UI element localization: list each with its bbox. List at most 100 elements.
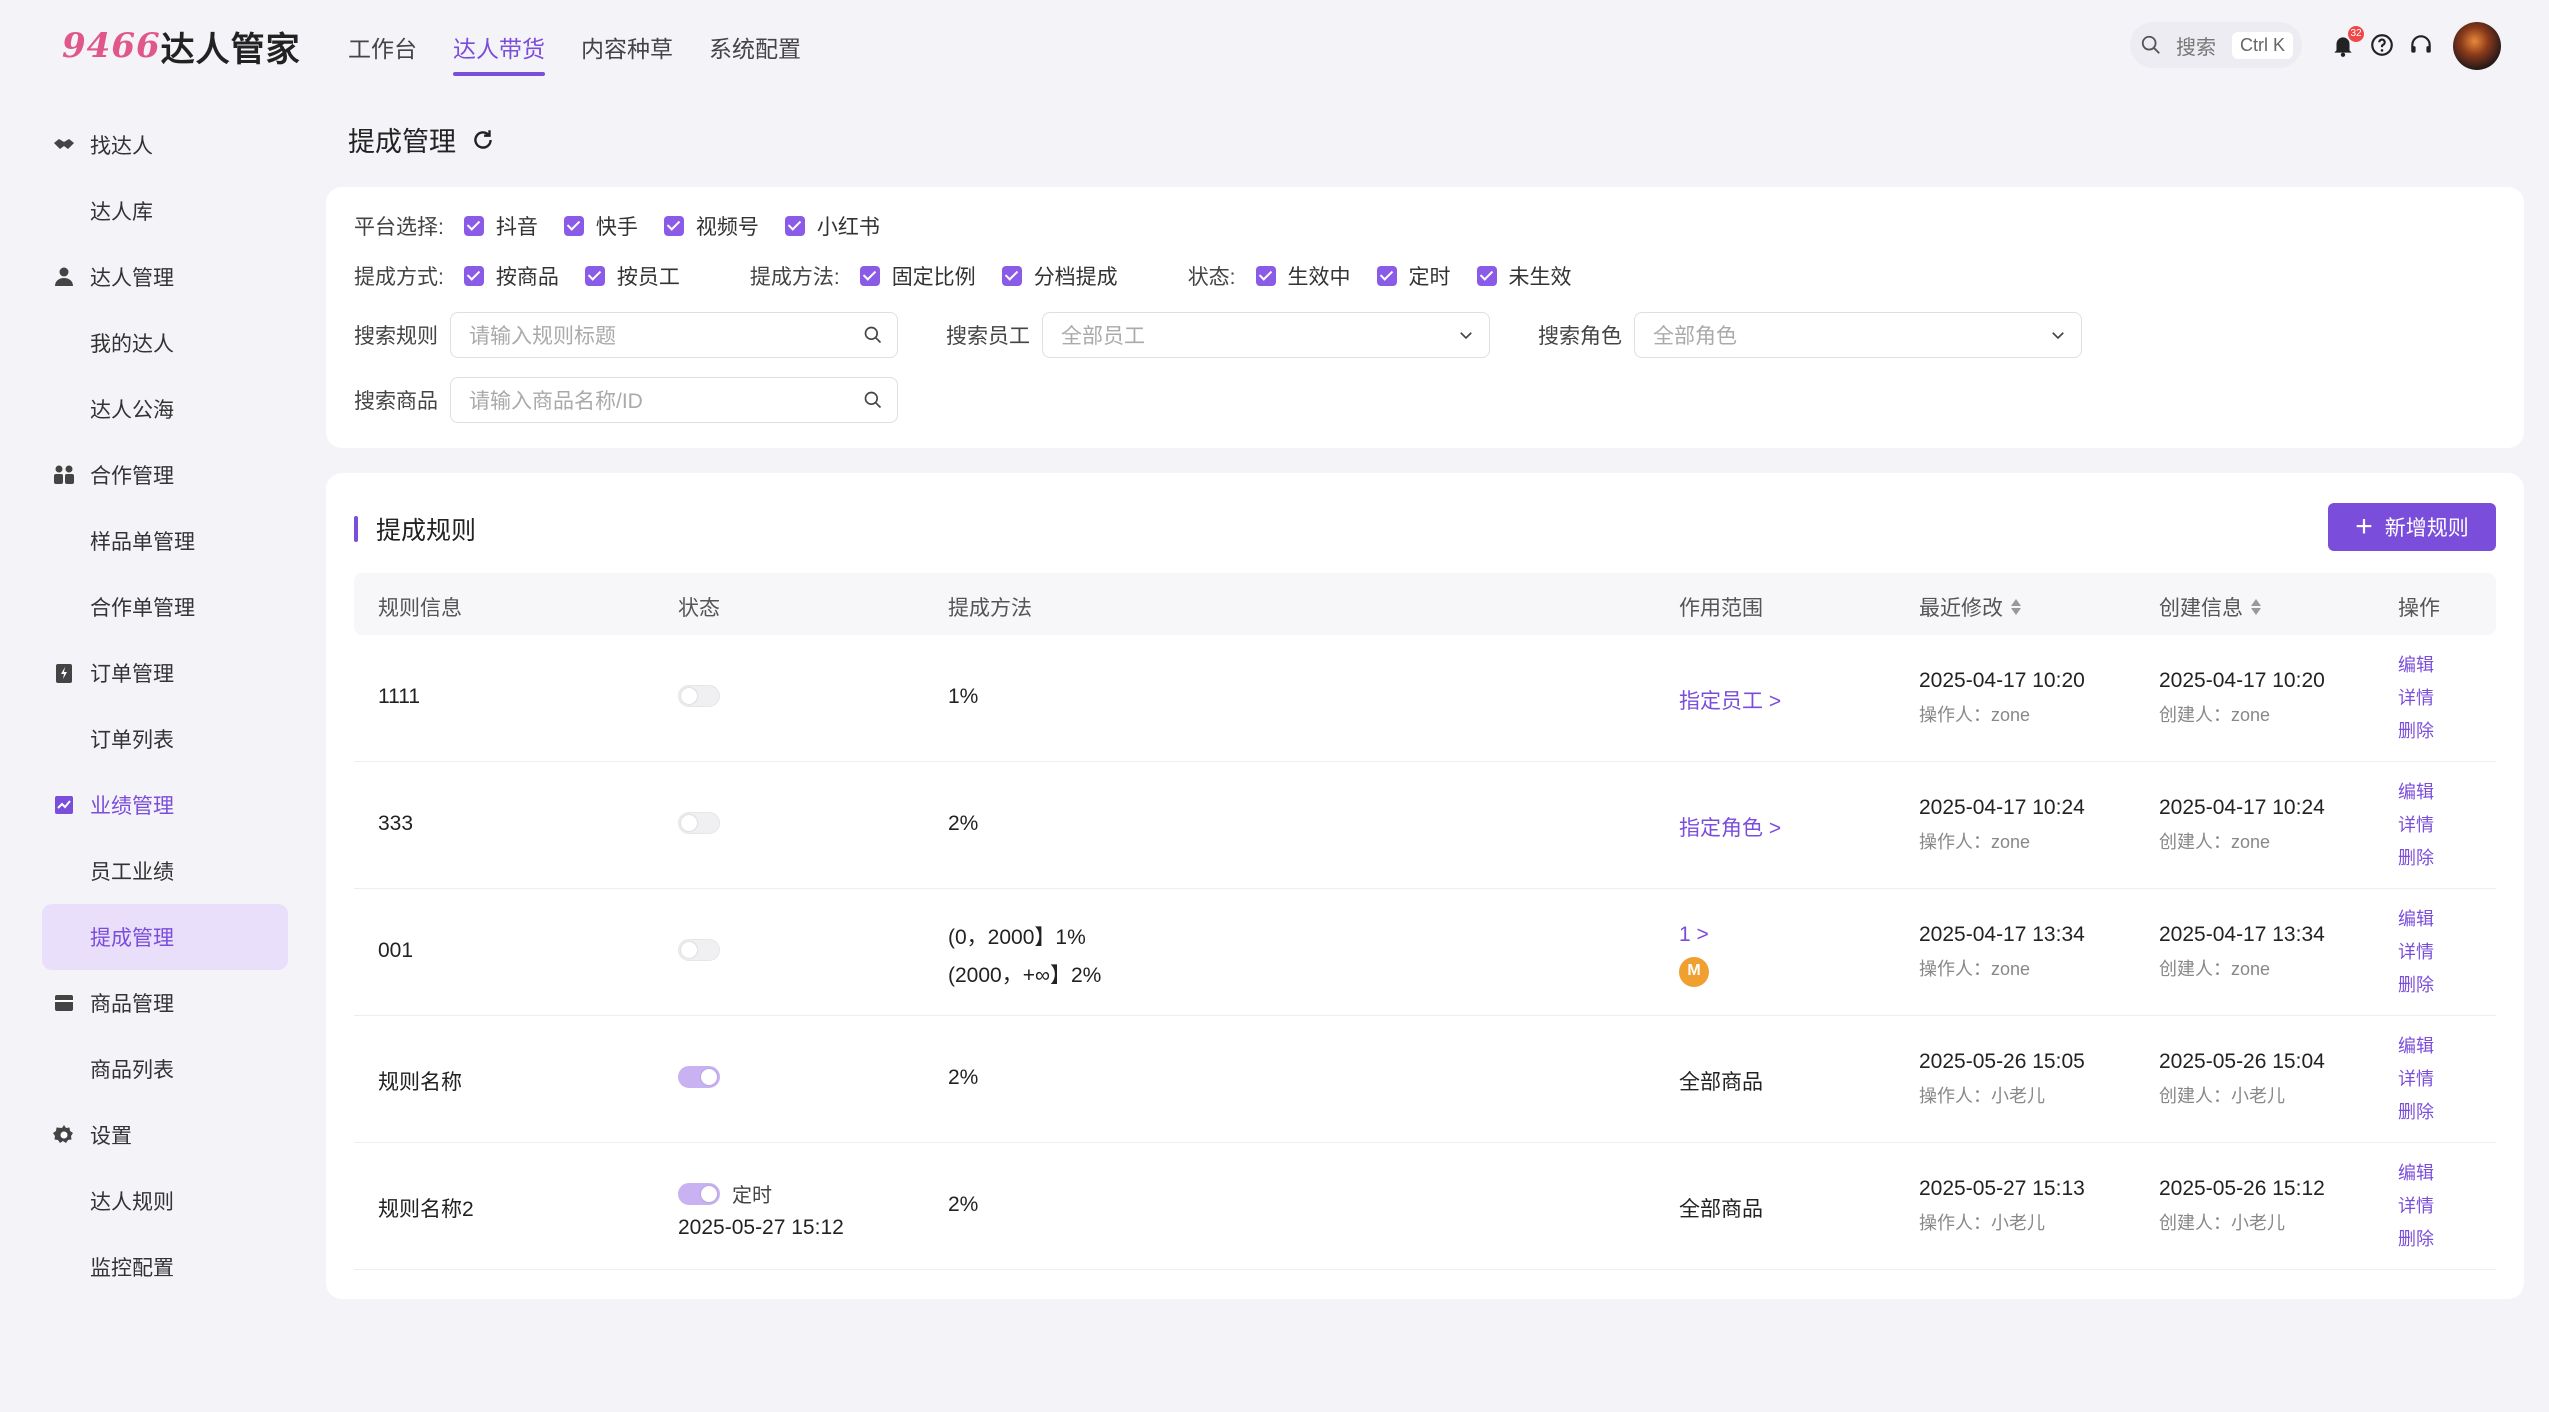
scope-cell: 1 > [1679,923,1709,993]
top-header: 9466 达人管家 工作台 达人带货 内容种草 系统配置 搜索 Ctrl K 3… [0,0,2549,92]
delete-link[interactable]: 删除 [2398,842,2434,875]
table-header: 规则信息 状态 提成方法 作用范围 最近修改 创建信息 操作 [354,573,2496,635]
search-staff-label: 搜索员工 [946,325,1030,348]
app-logo[interactable]: 9466 达人管家 [62,22,301,70]
add-rule-button[interactable]: + 新增规则 [2328,503,2496,551]
platform-checkbox-channels[interactable]: 视频号 [663,211,759,241]
status-toggle[interactable] [678,939,720,961]
sidebar-item-commission-management[interactable]: 提成管理 [42,904,288,970]
modified-by: 操作人：zone [1919,959,2031,979]
search-product-input[interactable]: 请输入商品名称/ID [450,377,898,423]
method-checkbox-tiered[interactable]: 分档提成 [1001,261,1118,291]
delete-link[interactable]: 删除 [2398,969,2434,1002]
nav-creator-sales[interactable]: 达人带货 [453,26,545,76]
sidebar-item-creator-library[interactable]: 达人库 [42,178,288,244]
nav-system-config[interactable]: 系统配置 [709,26,801,76]
detail-link[interactable]: 详情 [2398,936,2434,969]
created-time: 2025-05-26 15:04 [2159,1050,2325,1073]
nav-content-seeding[interactable]: 内容种草 [581,26,673,76]
status-text: 定时 [732,1185,772,1207]
delete-link[interactable]: 删除 [2398,1223,2434,1256]
edit-link[interactable]: 编辑 [2398,903,2434,936]
rule-name: 规则名称2 [378,1198,474,1221]
table-row: 规则名称2 定时 2025-05-27 15:12 2% 全部商品 2025-0… [354,1143,2496,1270]
method-line: 1% [948,685,979,708]
status-toggle[interactable] [678,1066,720,1088]
box-icon [55,995,73,1011]
detail-link[interactable]: 详情 [2398,809,2434,842]
sidebar-item-creator-rules[interactable]: 达人规则 [42,1168,288,1234]
edit-link[interactable]: 编辑 [2398,649,2434,682]
column-last-modified[interactable]: 最近修改 [1919,592,2021,622]
status-toggle[interactable] [678,812,720,834]
platform-checkbox-xiaohongshu[interactable]: 小红书 [784,211,880,241]
scope-cell: 全部商品 [1679,1193,1763,1223]
sidebar-item-order-list[interactable]: 订单列表 [42,706,288,772]
order-icon [56,664,72,683]
status-checkbox-active[interactable]: 生效中 [1255,261,1351,291]
search-label: 搜索 [2176,36,2216,59]
modified-cell: 2025-04-17 10:24 操作人：zone [1919,796,2085,854]
mode-checkbox-by-product[interactable]: 按商品 [463,261,559,291]
status-checkbox-inactive[interactable]: 未生效 [1476,261,1572,291]
status-toggle[interactable] [678,685,720,707]
scope-value[interactable]: 1 > [1679,923,1709,947]
sidebar-group-products[interactable]: 商品管理 [42,970,288,1036]
team-icon [54,465,74,484]
delete-link[interactable]: 删除 [2398,715,2434,748]
sort-icon[interactable] [2251,599,2261,615]
sidebar-group-settings[interactable]: 设置 [42,1102,288,1168]
edit-link[interactable]: 编辑 [2398,1157,2434,1190]
scope-value[interactable]: 指定员工 > [1679,685,1781,715]
role-select[interactable]: 全部角色 [1634,312,2082,358]
sidebar-item-creator-pool[interactable]: 达人公海 [42,376,288,442]
platform-checkbox-douyin[interactable]: 抖音 [463,211,538,241]
method-line: 2% [948,1193,979,1216]
staff-select[interactable]: 全部员工 [1042,312,1490,358]
scope-value[interactable]: 指定角色 > [1679,812,1781,842]
modified-time: 2025-05-26 15:05 [1919,1050,2085,1073]
rules-table-card: 提成规则 + 新增规则 规则信息 状态 提成方法 作用范围 最近修改 创建信息 … [326,473,2524,1299]
created-by: 创建人：zone [2159,705,2271,725]
sidebar-item-staff-performance[interactable]: 员工业绩 [42,838,288,904]
sidebar-group-performance[interactable]: 业绩管理 [42,772,288,838]
rule-name: 1111 [378,685,421,708]
refresh-icon[interactable] [470,127,496,153]
platform-checkbox-kuaishou[interactable]: 快手 [563,211,638,241]
column-created[interactable]: 创建信息 [2159,592,2261,622]
nav-workbench[interactable]: 工作台 [348,26,417,76]
sidebar-item-cooperation-orders[interactable]: 合作单管理 [42,574,288,640]
detail-link[interactable]: 详情 [2398,1190,2434,1223]
column-method: 提成方法 [948,597,1032,620]
status-toggle[interactable] [678,1182,720,1205]
search-filter-row: 搜索规则 请输入规则标题 搜索员工 全部员工 搜索角色 全部角色 [354,312,2082,358]
headset-icon[interactable] [2408,32,2434,58]
gear-icon [53,1125,73,1143]
search-icon [864,391,882,409]
sidebar-item-sample-orders[interactable]: 样品单管理 [42,508,288,574]
sidebar-group-creator-management[interactable]: 达人管理 [42,244,288,310]
column-rule-info: 规则信息 [378,597,462,620]
sidebar-group-cooperation[interactable]: 合作管理 [42,442,288,508]
method-checkbox-fixed[interactable]: 固定比例 [859,261,976,291]
search-rule-input[interactable]: 请输入规则标题 [450,312,898,358]
status-checkbox-scheduled[interactable]: 定时 [1376,261,1451,291]
help-icon[interactable] [2369,32,2395,58]
bell-icon[interactable]: 32 [2330,26,2364,58]
detail-link[interactable]: 详情 [2398,1063,2434,1096]
edit-link[interactable]: 编辑 [2398,776,2434,809]
created-time: 2025-04-17 13:34 [2159,923,2325,946]
modified-cell: 2025-05-27 15:13 操作人：小老儿 [1919,1177,2085,1235]
sort-icon[interactable] [2011,599,2021,615]
sidebar-item-my-creators[interactable]: 我的达人 [42,310,288,376]
sidebar-group-find-creators[interactable]: 找达人 [42,112,288,178]
sidebar-group-orders[interactable]: 订单管理 [42,640,288,706]
edit-link[interactable]: 编辑 [2398,1030,2434,1063]
sidebar-item-product-list[interactable]: 商品列表 [42,1036,288,1102]
delete-link[interactable]: 删除 [2398,1096,2434,1129]
sidebar-item-monitor-config[interactable]: 监控配置 [42,1234,288,1300]
mode-checkbox-by-staff[interactable]: 按员工 [584,261,680,291]
global-search[interactable]: 搜索 Ctrl K [2130,22,2302,68]
detail-link[interactable]: 详情 [2398,682,2434,715]
user-avatar[interactable] [2453,22,2501,70]
